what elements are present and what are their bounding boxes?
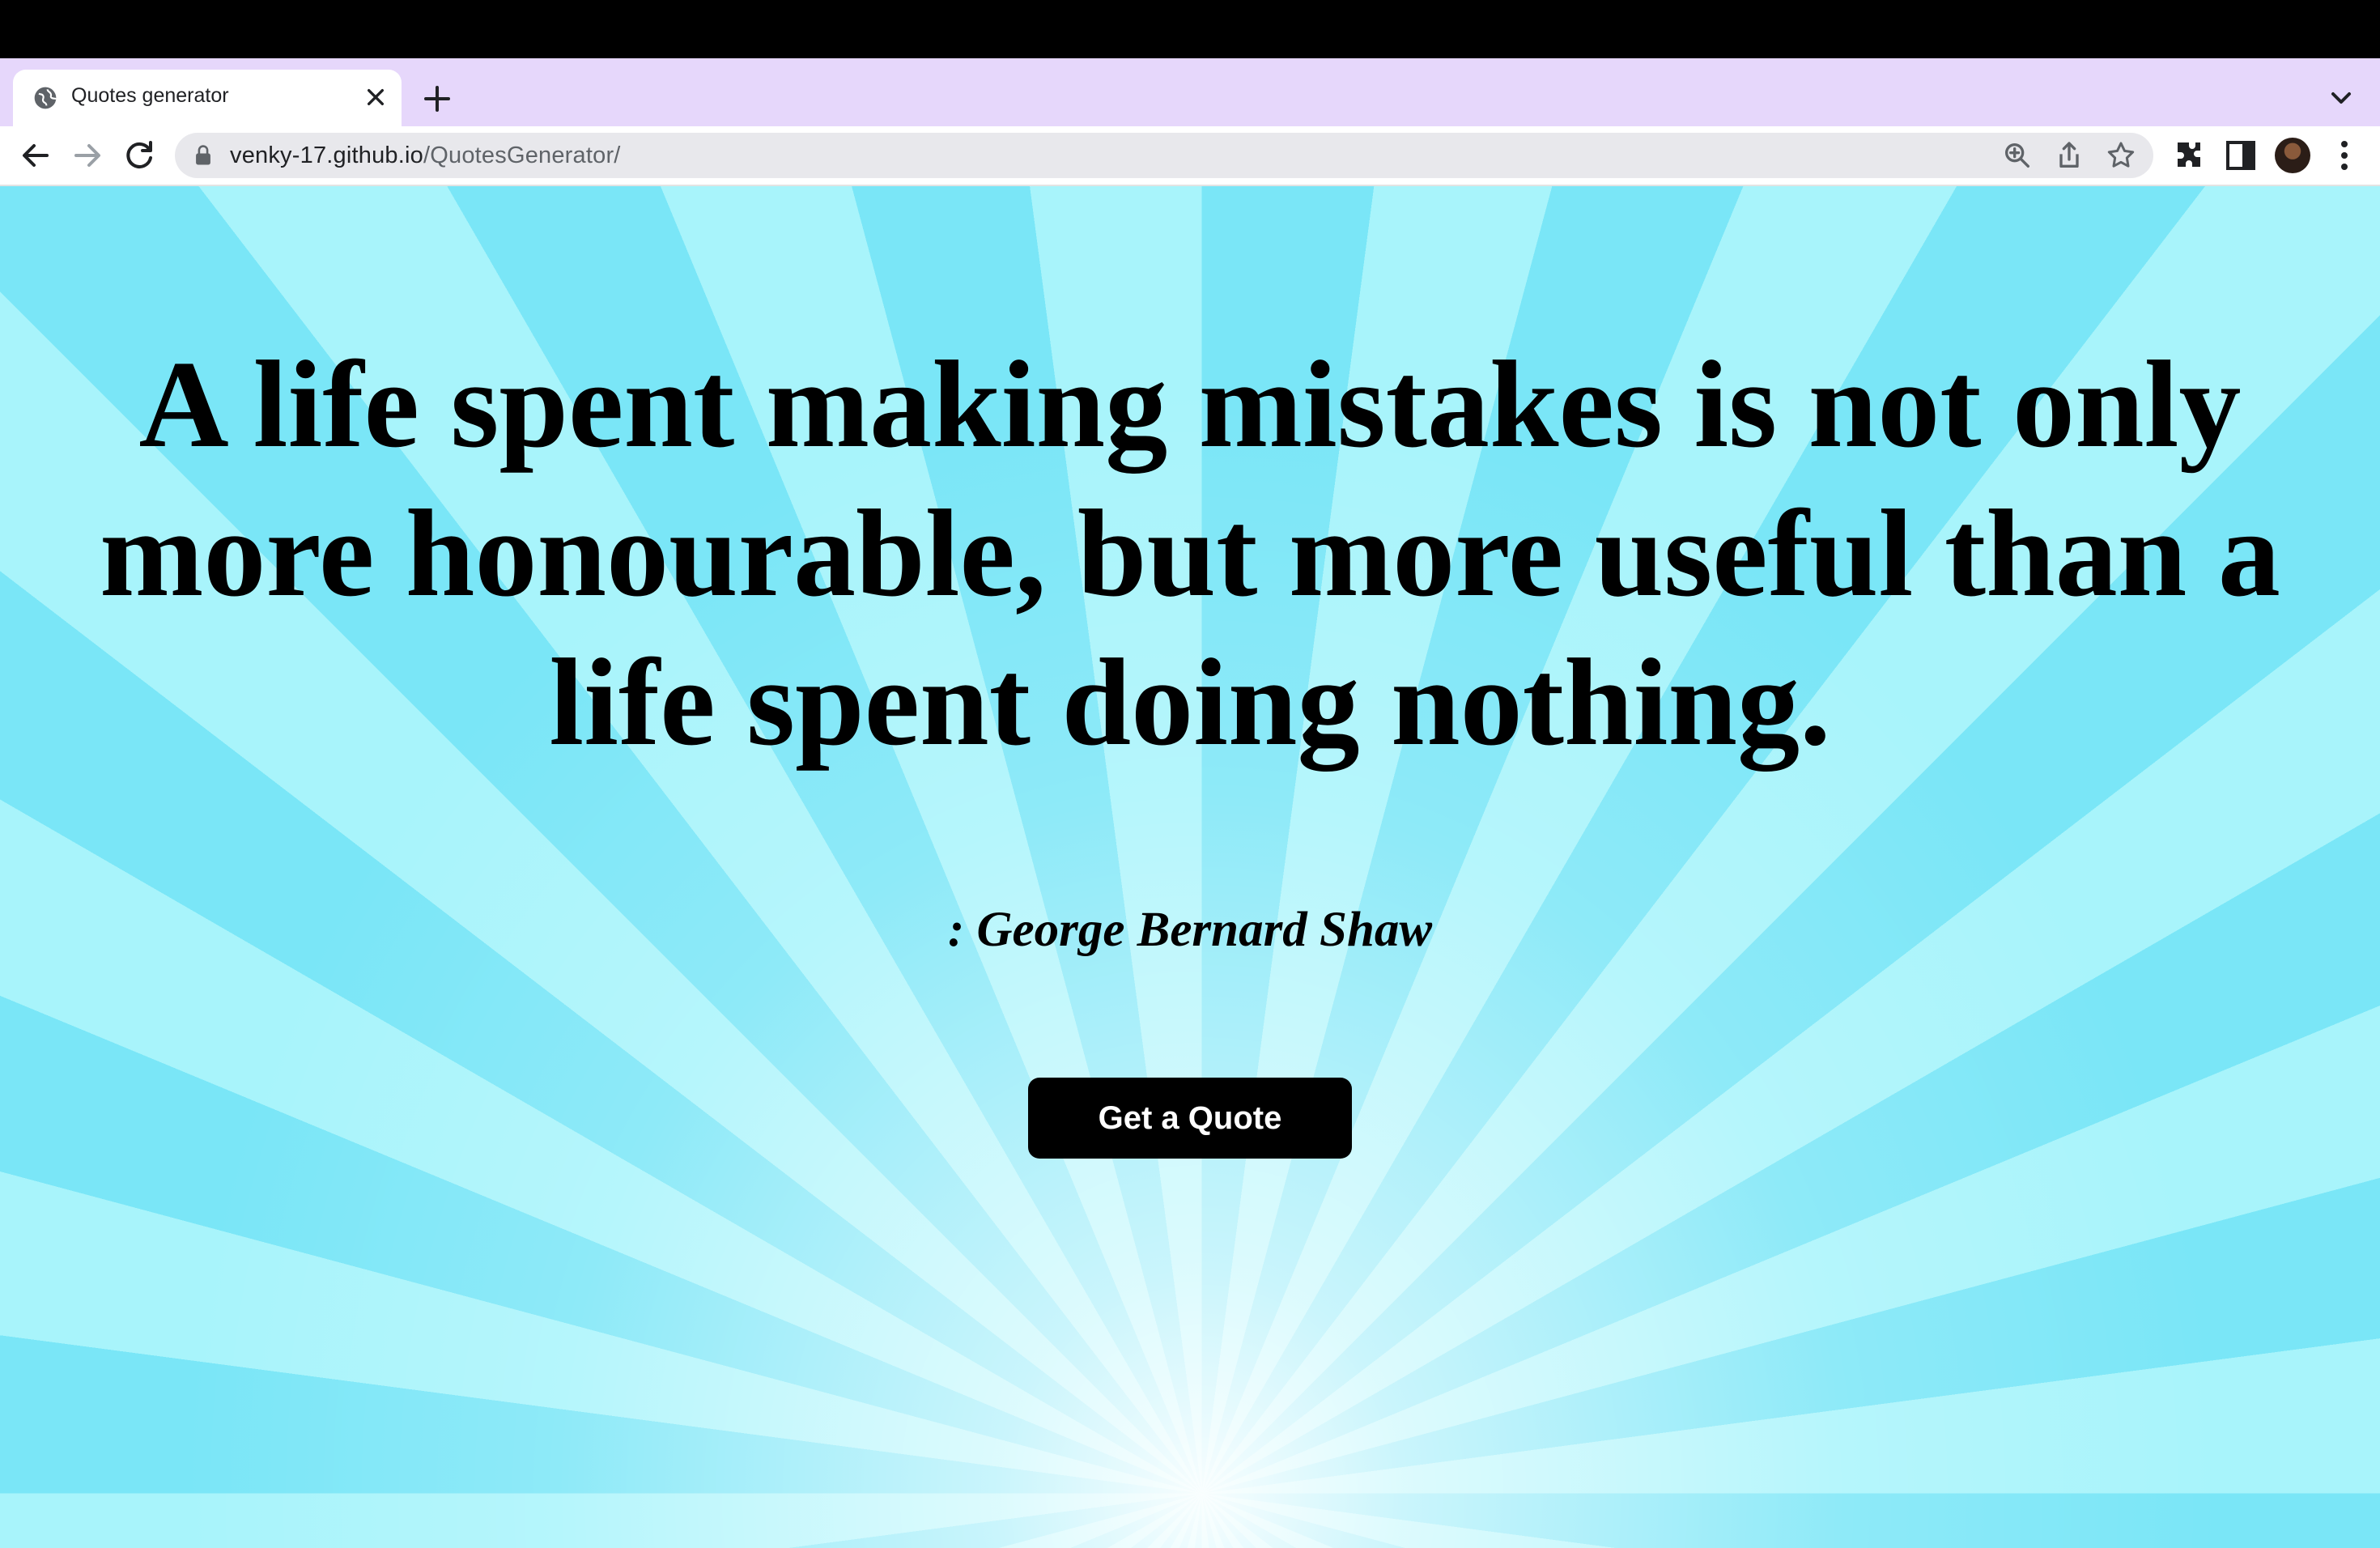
forward-arrow-icon[interactable]	[68, 136, 107, 175]
tab-quotes-generator[interactable]: Quotes generator	[13, 70, 402, 126]
back-arrow-icon[interactable]	[16, 136, 55, 175]
screen-top-bezel	[0, 0, 2380, 58]
kebab-menu-icon[interactable]	[2325, 136, 2364, 175]
star-icon[interactable]	[2105, 139, 2137, 172]
zoom-icon[interactable]	[2001, 139, 2034, 172]
browser-toolbar: venky-17.github.io/QuotesGenerator/	[0, 126, 2380, 186]
side-panel-icon[interactable]	[2221, 136, 2260, 175]
tab-title: Quotes generator	[71, 84, 229, 107]
url-text: venky-17.github.io/QuotesGenerator/	[230, 142, 621, 169]
page-content: A life spent making mistakes is not only…	[0, 186, 2380, 1548]
lock-icon[interactable]	[193, 144, 214, 167]
reload-icon[interactable]	[120, 136, 159, 175]
puzzle-icon[interactable]	[2170, 136, 2208, 175]
quote-author: : George Bernard Shaw	[947, 903, 1433, 957]
profile-avatar[interactable]	[2275, 138, 2310, 173]
get-quote-button[interactable]: Get a Quote	[1028, 1078, 1352, 1159]
url-path: /QuotesGenerator/	[423, 142, 621, 168]
address-bar[interactable]: venky-17.github.io/QuotesGenerator/	[175, 133, 2153, 178]
quote-text: A life spent making mistakes is not only…	[100, 336, 2280, 772]
share-icon[interactable]	[2053, 139, 2085, 172]
tab-strip: Quotes generator	[0, 58, 2380, 126]
close-icon[interactable]	[359, 81, 392, 113]
globe-icon	[34, 87, 57, 109]
url-host: venky-17.github.io	[230, 142, 423, 168]
plus-icon[interactable]	[418, 79, 457, 118]
chevron-down-icon[interactable]	[2322, 78, 2361, 117]
